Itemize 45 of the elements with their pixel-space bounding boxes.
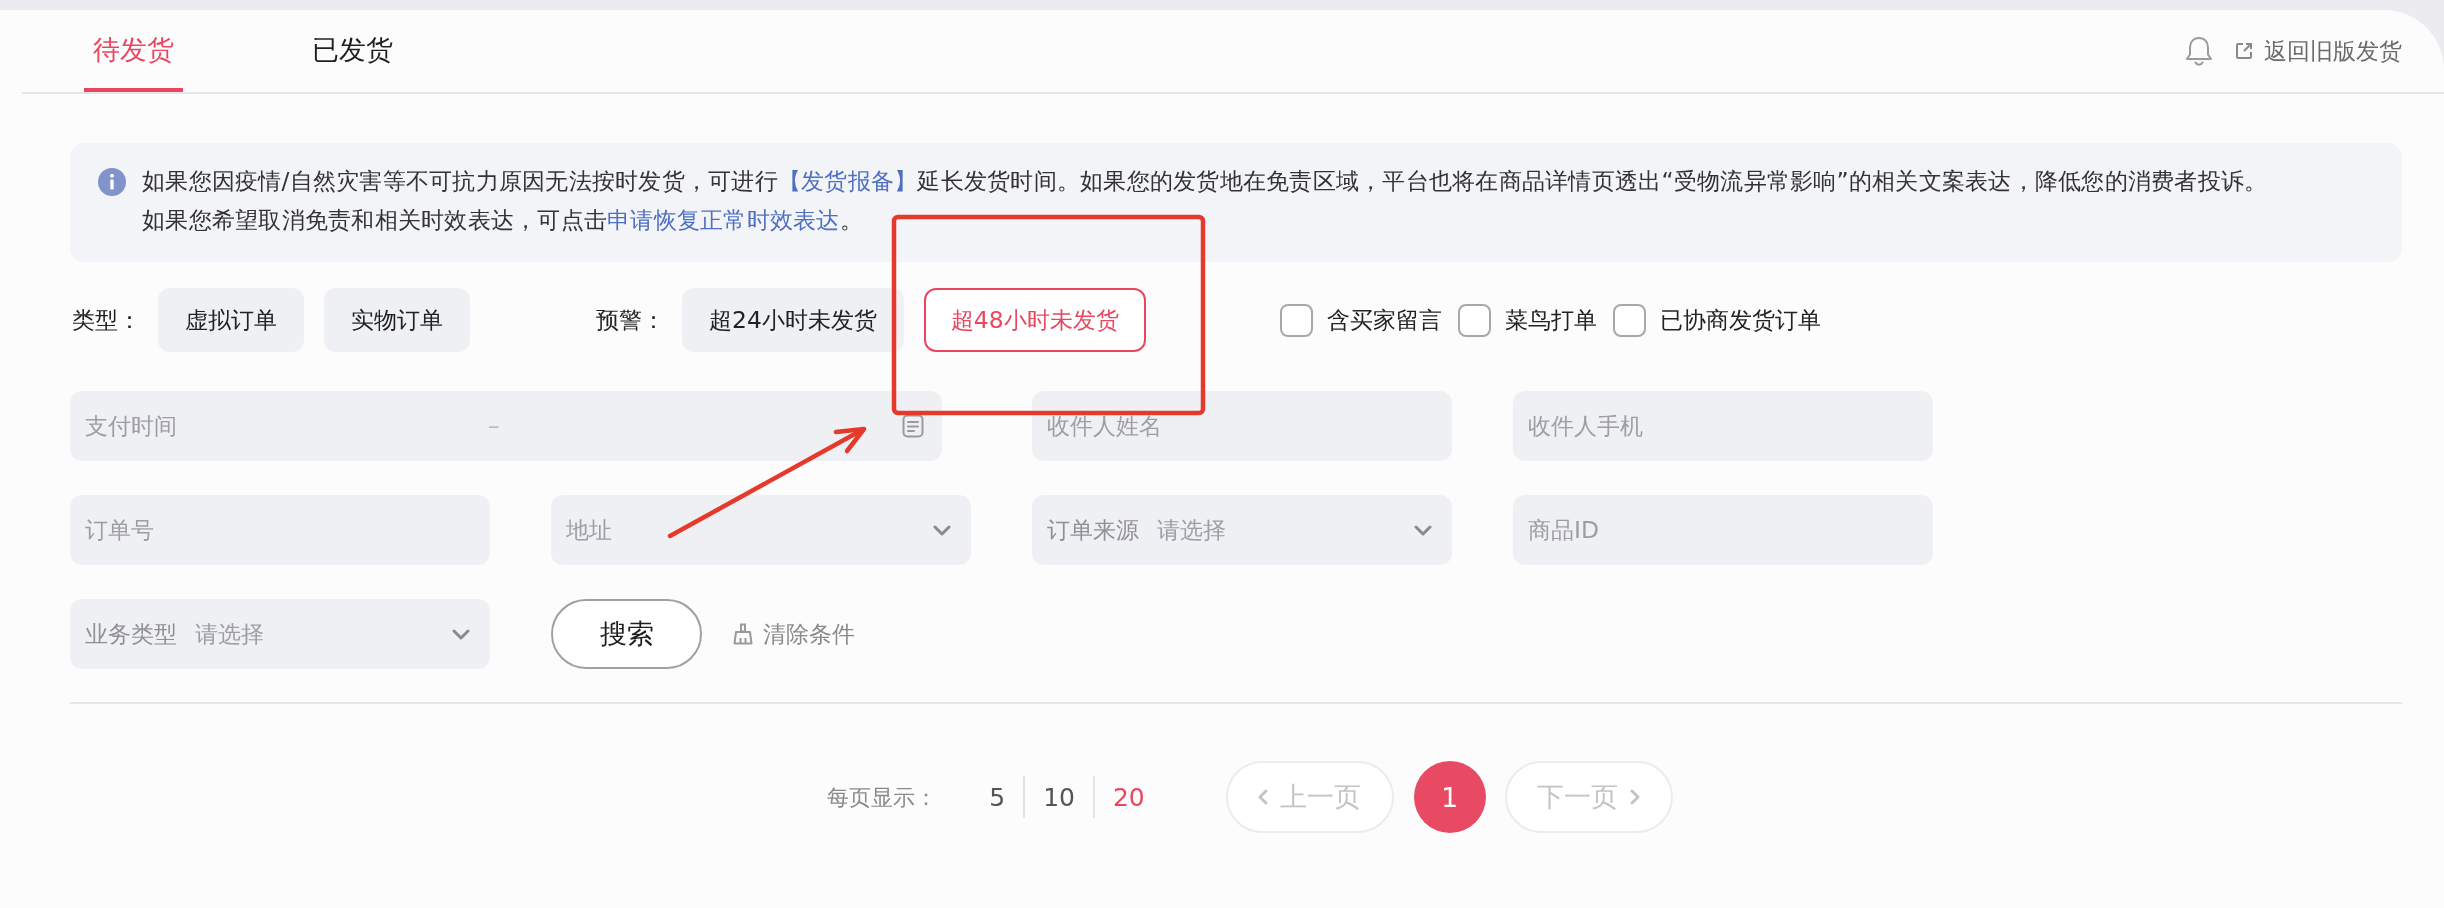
page-size-option[interactable]: 10 — [1025, 782, 1093, 812]
filter-label: 类型： — [72, 305, 141, 336]
filter-chip[interactable]: 实物订单 — [324, 288, 470, 352]
page-number-button[interactable]: 1 — [1413, 761, 1486, 833]
checkbox[interactable] — [1279, 303, 1313, 337]
notice-link[interactable]: 【发货报备】 — [777, 167, 918, 195]
select-field[interactable]: 订单来源 请选择 — [1032, 495, 1452, 565]
chevron-right-icon — [1630, 789, 1641, 805]
bell-icon[interactable] — [2184, 35, 2214, 67]
input-field[interactable]: 订单号 — [70, 495, 490, 565]
tab[interactable]: 已发货 — [303, 10, 402, 92]
select-field[interactable]: 业务类型 请选择 — [70, 599, 490, 669]
input-field[interactable]: 收件人手机 — [1513, 391, 1933, 461]
tab[interactable]: 待发货 — [84, 10, 183, 92]
chevron-down-icon — [933, 524, 951, 536]
chevron-down-icon — [452, 628, 470, 640]
checkbox[interactable] — [1457, 303, 1491, 337]
clear-button[interactable]: 清除条件 — [733, 618, 855, 650]
range-separator: – — [487, 412, 500, 440]
notice-link[interactable]: 申请恢复正常时效表达 — [607, 206, 840, 234]
notice-text: 如果您因疫情/自然灾害等不可抗力原因无法按时发货，可进行【发货报备】延长发货时间。如果您的发货地在免责区域，平台也将在商品详情页透出“受物流异常影响”的相关文案表达，降低您的消费者投诉。 — [142, 166, 2269, 197]
page-size-option[interactable]: 20 — [1094, 782, 1163, 812]
checkbox-label[interactable]: 含买家留言 — [1326, 304, 1442, 336]
external-link-icon — [2235, 42, 2253, 60]
filter-chip[interactable]: 超24小时未发货 — [682, 288, 904, 352]
chevron-left-icon — [1258, 789, 1269, 805]
checkbox-label[interactable]: 菜鸟打单 — [1504, 304, 1597, 336]
filter-chip[interactable]: 虚拟订单 — [158, 288, 304, 352]
input-field[interactable]: 商品ID — [1513, 495, 1933, 565]
checkbox[interactable] — [1612, 303, 1646, 337]
page-size-label: 每页显示： — [827, 783, 938, 812]
broom-icon — [733, 623, 753, 645]
calendar-icon — [902, 414, 924, 438]
page-size-option[interactable]: 5 — [971, 782, 1024, 812]
filter-label: 预警： — [596, 305, 665, 336]
back-link[interactable]: 返回旧版发货 — [2235, 35, 2402, 67]
info-icon — [98, 167, 126, 196]
filter-chip[interactable]: 超48小时未发货 — [923, 288, 1146, 352]
search-button[interactable]: 搜索 — [551, 599, 702, 669]
checkbox-label[interactable]: 已协商发货订单 — [1659, 304, 1821, 336]
input-field[interactable]: 收件人姓名 — [1032, 391, 1452, 461]
chevron-down-icon — [1414, 524, 1432, 536]
select-field[interactable]: 地址 — [551, 495, 971, 565]
date-input[interactable]: 支付时间 — [85, 412, 478, 440]
notice-text: 如果您希望取消免责和相关时效表达，可点击申请恢复正常时效表达。 — [142, 205, 864, 236]
